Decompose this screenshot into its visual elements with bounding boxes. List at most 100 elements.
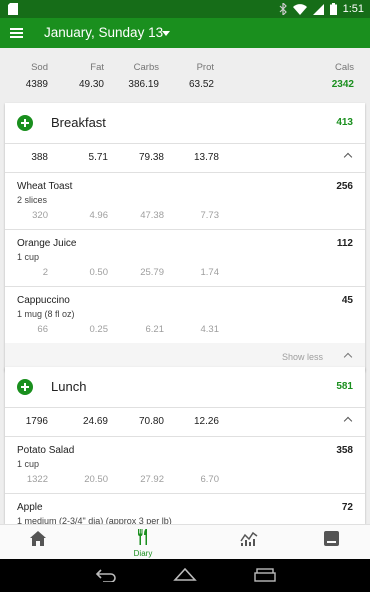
home-icon	[30, 531, 46, 546]
meal-carbs: 70.80	[138, 416, 164, 427]
app-bar: January, Sunday 13	[0, 18, 370, 48]
date-dropdown-icon[interactable]	[162, 31, 170, 36]
food-serving: 1 cup	[17, 459, 40, 469]
trends-chart-icon	[240, 531, 258, 546]
daily-totals: Sod 4389 Fat 49.30 Carbs 386.19 Prot 63.…	[0, 48, 370, 98]
food-item-orange-juice[interactable]: Orange Juice 112 1 cup 2 0.50 25.79 1.74	[5, 230, 365, 286]
collapse-chevron-icon[interactable]	[343, 152, 353, 162]
meal-sodium: 388	[31, 152, 48, 163]
food-carbs: 25.79	[140, 267, 164, 278]
signal-icon	[312, 3, 324, 15]
totals-sodium: Sod 4389	[26, 62, 48, 90]
nav-trends[interactable]	[218, 525, 278, 560]
food-protein: 7.73	[200, 210, 220, 221]
totals-carbs: Carbs 386.19	[128, 62, 159, 90]
sd-card-icon	[8, 3, 18, 15]
meal-protein: 12.26	[193, 416, 219, 427]
protein-label: Prot	[196, 62, 214, 73]
status-time: 1:51	[342, 3, 364, 15]
add-food-icon[interactable]	[17, 115, 33, 131]
status-icons: 1:51	[279, 2, 364, 16]
calories-value: 2342	[331, 79, 354, 90]
food-calories: 358	[336, 445, 353, 456]
food-name: Potato Salad	[17, 445, 75, 456]
back-icon[interactable]	[95, 568, 117, 582]
fat-label: Fat	[90, 62, 104, 73]
nav-home[interactable]	[8, 525, 68, 560]
food-carbs: 6.21	[145, 324, 165, 335]
meal-calories: 413	[336, 117, 353, 128]
fat-value: 49.30	[78, 79, 104, 90]
food-fat: 20.50	[84, 474, 108, 485]
food-fat: 4.96	[89, 210, 109, 221]
food-serving: 2 slices	[17, 195, 48, 205]
totals-protein: Prot 63.52	[189, 62, 214, 90]
sodium-label: Sod	[31, 62, 48, 73]
nav-diary-label: Diary	[133, 549, 153, 558]
meal-carbs: 79.38	[138, 152, 164, 163]
carbs-value: 386.19	[128, 79, 159, 90]
food-name: Cappuccino	[17, 295, 70, 306]
food-sodium: 2	[42, 267, 48, 278]
food-item-cappuccino[interactable]: Cappuccino 45 1 mug (8 fl oz) 66 0.25 6.…	[5, 287, 365, 343]
food-name: Wheat Toast	[17, 181, 73, 192]
nav-journal[interactable]	[302, 525, 362, 560]
totals-calories: Cals 2342	[332, 62, 354, 90]
food-fat: 0.50	[89, 267, 109, 278]
battery-icon	[329, 3, 337, 15]
food-carbs: 27.92	[140, 474, 164, 485]
meal-header: Breakfast 413	[5, 103, 365, 143]
bluetooth-icon	[279, 3, 287, 15]
food-calories: 256	[336, 181, 353, 192]
calories-label: Cals	[334, 62, 354, 73]
protein-value: 63.52	[188, 79, 214, 90]
journal-icon	[324, 531, 339, 546]
carbs-label: Carbs	[133, 62, 159, 73]
food-name: Orange Juice	[17, 238, 77, 249]
meal-summary-row: 388 5.71 79.38 13.78	[5, 144, 365, 172]
sodium-value: 4389	[25, 79, 48, 90]
home-button-icon[interactable]	[173, 568, 197, 582]
nav-diary[interactable]: Diary	[113, 525, 173, 560]
food-protein: 6.70	[200, 474, 220, 485]
food-calories: 45	[341, 295, 353, 306]
wifi-icon	[292, 3, 307, 15]
food-item-wheat-toast[interactable]: Wheat Toast 256 2 slices 320 4.96 47.38 …	[5, 173, 365, 229]
food-protein: 1.74	[200, 267, 220, 278]
meal-title: Lunch	[51, 379, 87, 394]
show-less-link[interactable]: Show less	[282, 352, 323, 362]
food-protein: 4.31	[200, 324, 220, 335]
meal-summary-row: 1796 24.69 70.80 12.26	[5, 408, 365, 436]
bottom-navigation: Diary	[0, 524, 370, 559]
status-bar: 1:51	[0, 0, 370, 18]
meal-fat: 24.69	[82, 416, 108, 427]
totals-fat: Fat 49.30	[79, 62, 104, 90]
add-food-icon[interactable]	[17, 379, 33, 395]
meal-card-breakfast: Breakfast 413 388 5.71 79.38 13.78 Wheat…	[5, 103, 365, 371]
meal-header: Lunch 581	[5, 367, 365, 407]
date-title[interactable]: January, Sunday 13	[44, 25, 163, 40]
meal-protein: 13.78	[193, 152, 219, 163]
meal-sodium: 1796	[25, 416, 48, 427]
meal-title: Breakfast	[51, 115, 106, 130]
recent-apps-icon[interactable]	[254, 568, 276, 582]
food-item-potato-salad[interactable]: Potato Salad 358 1 cup 1322 20.50 27.92 …	[5, 437, 365, 493]
food-sodium: 1322	[26, 474, 48, 485]
food-serving: 1 mug (8 fl oz)	[17, 309, 75, 319]
food-item-apple[interactable]: Apple 72 1 medium (2-3/4" dia) (approx 3…	[5, 494, 365, 524]
food-sodium: 66	[37, 324, 48, 335]
collapse-chevron-icon[interactable]	[343, 416, 353, 426]
system-navigation-bar	[0, 559, 370, 592]
meal-fat: 5.71	[88, 152, 108, 163]
food-fat: 0.25	[89, 324, 109, 335]
food-serving: 1 medium (2-3/4" dia) (approx 3 per lb)	[17, 516, 172, 524]
food-serving: 1 cup	[17, 252, 40, 262]
food-calories: 72	[341, 502, 353, 513]
meal-card-lunch: Lunch 581 1796 24.69 70.80 12.26 Potato …	[5, 367, 365, 524]
food-sodium: 320	[32, 210, 48, 221]
fork-knife-icon	[138, 529, 147, 545]
menu-icon[interactable]	[10, 24, 26, 42]
show-less-chevron-icon[interactable]	[343, 352, 353, 362]
food-carbs: 47.38	[140, 210, 164, 221]
food-name: Apple	[17, 502, 43, 513]
